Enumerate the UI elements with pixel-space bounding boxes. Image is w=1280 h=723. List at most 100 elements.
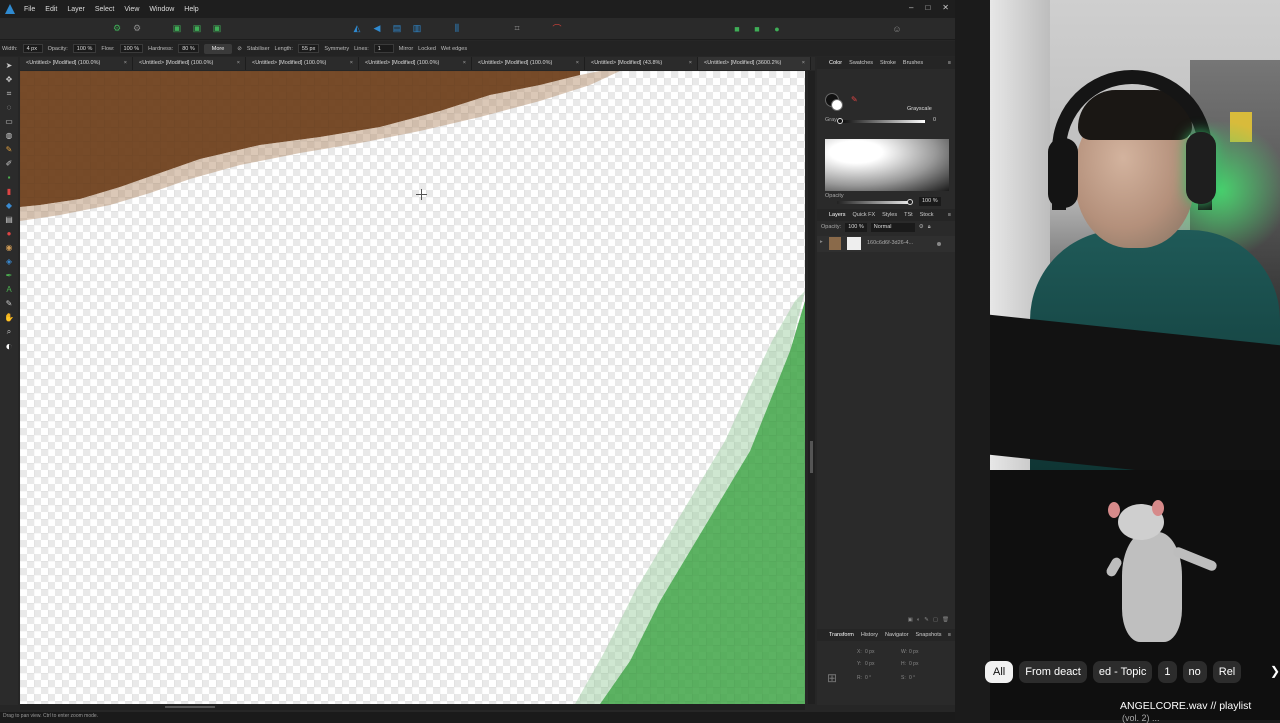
tab-brushes[interactable]: Brushes [903, 57, 923, 69]
panel-menu-icon[interactable]: ≡ [948, 629, 951, 641]
clone-tool-icon[interactable]: ◈ [4, 257, 14, 267]
marquee-tool-icon[interactable]: ▭ [4, 117, 14, 127]
tab-transform[interactable]: Transform [829, 629, 854, 641]
tab-quick-fx[interactable]: Quick FX [853, 209, 876, 221]
gradient-tool-icon[interactable]: ▤ [4, 215, 14, 225]
chip[interactable]: Rel [1212, 661, 1242, 683]
slider-knob[interactable] [837, 118, 843, 124]
wet-edges-label[interactable]: Wet edges [441, 46, 467, 52]
menu-layer[interactable]: Layer [67, 6, 85, 13]
fx-icon[interactable]: ✎ [924, 617, 929, 629]
distribute-icon[interactable]: ⫼ [450, 22, 464, 36]
tab-navigator[interactable]: Navigator [885, 629, 909, 641]
stabiliser-label[interactable]: Stabiliser [247, 46, 270, 52]
close-tab-icon[interactable]: × [689, 57, 692, 70]
doc-tab[interactable]: <Untitled> [Modified] (100.0%) × [472, 57, 585, 70]
persona-liquify-icon[interactable]: ■ [750, 22, 764, 36]
fill-tool-icon[interactable]: ◆ [4, 201, 14, 211]
text-tool-icon[interactable]: A [4, 285, 14, 295]
vertical-scrollbar[interactable] [808, 71, 815, 704]
stabiliser-icon[interactable]: ⊘ [237, 46, 242, 52]
chip[interactable]: 1 [1158, 661, 1177, 683]
settings-icon[interactable]: ⚙ [919, 224, 924, 230]
color-swatch-icon[interactable]: ◐ [4, 340, 14, 352]
grayscale-picker-box[interactable] [825, 139, 949, 191]
blur-tool-icon[interactable]: ◉ [4, 243, 14, 253]
color-picker-icon[interactable]: ✎ [851, 95, 858, 104]
persona-develop-icon[interactable]: ● [770, 22, 784, 36]
close-icon[interactable]: ✕ [942, 3, 949, 12]
locked-label[interactable]: Locked [418, 46, 436, 52]
tab-tst[interactable]: TSt [904, 209, 913, 221]
menu-edit[interactable]: Edit [45, 6, 57, 13]
tab-stock[interactable]: Stock [920, 209, 934, 221]
selection-brush-icon[interactable]: ◌ [4, 103, 14, 113]
doc-tab[interactable]: <Untitled> [Modified] (100.0%) × [133, 57, 246, 70]
add-layer-icon[interactable]: ▣ [908, 617, 913, 629]
tab-history[interactable]: History [861, 629, 878, 641]
opacity-value[interactable]: 100 % [919, 197, 941, 206]
scroll-thumb[interactable] [165, 706, 215, 708]
w-field[interactable]: 0 px [909, 649, 918, 655]
close-tab-icon[interactable]: × [237, 57, 240, 70]
more-button[interactable]: More [203, 43, 233, 54]
layer-row[interactable]: ▸ 160c6d6f-3d26-4... [817, 236, 955, 252]
arrange-icon[interactable]: ▤ [390, 22, 404, 36]
length-field[interactable]: 55 px [297, 44, 320, 53]
flow-field[interactable]: 100 % [119, 44, 144, 53]
account-icon[interactable]: ☺ [890, 22, 904, 36]
close-tab-icon[interactable]: × [802, 57, 805, 70]
delete-layer-icon[interactable]: 🗑︎ [942, 617, 949, 629]
align-center-icon[interactable]: ◀ [370, 22, 384, 36]
menu-select[interactable]: Select [95, 6, 114, 13]
panel-menu-icon[interactable]: ≡ [948, 57, 951, 69]
anchor-icon[interactable]: ⊞ [827, 671, 843, 687]
pen-tool-icon[interactable]: ✒ [4, 271, 14, 281]
menu-view[interactable]: View [124, 6, 139, 13]
maximize-icon[interactable]: □ [925, 3, 930, 12]
s-field[interactable]: 0 ° [909, 675, 915, 681]
doc-tab[interactable]: <Untitled> [Modified] (100.0%) × [20, 57, 133, 70]
tab-color[interactable]: Color [829, 57, 842, 69]
mirror-label[interactable]: Mirror [399, 46, 413, 52]
zoom-tool-icon[interactable]: ⌕ [4, 327, 14, 337]
menu-help[interactable]: Help [184, 6, 198, 13]
snapping-magnet-icon[interactable]: ⌒ [550, 22, 564, 36]
chip[interactable]: From deact [1019, 661, 1087, 683]
persona-photo-icon[interactable]: ■ [730, 22, 744, 36]
marquee-icon[interactable]: ▣ [210, 22, 224, 36]
hardness-field[interactable]: 80 % [178, 44, 199, 53]
layer-name[interactable]: 160c6d6f-3d26-4... [867, 240, 913, 246]
doc-tab-active[interactable]: <Untitled> [Modified] (3600.2%) × [698, 57, 811, 70]
paint-brush-icon[interactable]: ✎ [4, 145, 14, 155]
chevron-right-icon[interactable]: ❯ [1270, 664, 1280, 678]
chip[interactable]: no [1182, 661, 1207, 683]
close-tab-icon[interactable]: × [576, 57, 579, 70]
tab-snapshots[interactable]: Snapshots [916, 629, 942, 641]
adjustment-icon[interactable]: ◐ [917, 617, 920, 629]
close-tab-icon[interactable]: × [463, 57, 466, 70]
symmetry-label[interactable]: Symmetry [324, 46, 349, 52]
tab-stroke[interactable]: Stroke [880, 57, 896, 69]
doc-tab[interactable]: <Untitled> [Modified] (100.0%) × [246, 57, 359, 70]
tab-swatches[interactable]: Swatches [849, 57, 873, 69]
close-tab-icon[interactable]: × [124, 57, 127, 70]
document-canvas[interactable] [20, 71, 805, 704]
align-left-icon[interactable]: ◭ [350, 22, 364, 36]
arrange-2-icon[interactable]: ▥ [410, 22, 424, 36]
erase-tool-icon[interactable]: ▮ [4, 187, 14, 197]
y-field[interactable]: 0 px [865, 661, 874, 667]
view-tool-icon[interactable]: ✥ [4, 75, 14, 85]
visibility-icon[interactable] [937, 242, 941, 246]
slider-knob[interactable] [907, 199, 913, 205]
tab-styles[interactable]: Styles [882, 209, 897, 221]
gray-value[interactable]: 0 [933, 117, 936, 123]
opacity-slider[interactable] [837, 201, 911, 204]
settings-icon[interactable]: ⚙ [130, 22, 144, 36]
flood-select-icon[interactable]: ◍ [4, 131, 14, 141]
color-picker-icon[interactable]: ✐ [4, 159, 14, 169]
shape-tool-icon[interactable]: ✎ [4, 299, 14, 309]
pixel-tool-icon[interactable]: ▪ [4, 173, 14, 183]
h-field[interactable]: 0 px [909, 661, 918, 667]
x-field[interactable]: 0 px [865, 649, 874, 655]
